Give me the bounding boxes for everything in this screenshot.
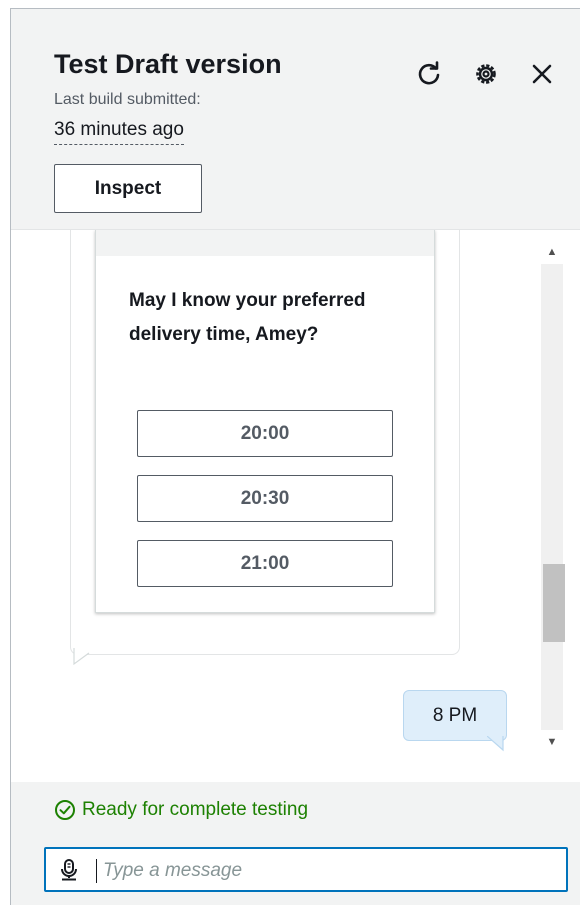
- check-circle-icon: [55, 800, 75, 820]
- scrollbar-thumb[interactable]: [543, 564, 565, 642]
- option-button-2030[interactable]: 20:30: [137, 475, 393, 522]
- message-input-box[interactable]: [44, 847, 568, 892]
- option-button-2000[interactable]: 20:00: [137, 410, 393, 457]
- panel-footer: Ready for complete testing: [11, 782, 580, 905]
- microphone-icon[interactable]: [58, 858, 80, 887]
- user-message-bubble: 8 PM: [403, 690, 507, 741]
- option-button-2100[interactable]: 21:00: [137, 540, 393, 587]
- card-image-area: [96, 230, 434, 256]
- status-text: Ready for complete testing: [82, 799, 309, 820]
- scroll-down-arrow-icon[interactable]: ▼: [539, 730, 565, 754]
- scrollbar-track[interactable]: [541, 264, 563, 730]
- message-input[interactable]: [101, 853, 545, 888]
- build-time[interactable]: 36 minutes ago: [54, 119, 184, 145]
- user-bubble-tail: [487, 736, 504, 752]
- bot-bubble-tail: [73, 648, 90, 666]
- panel-header: Test Draft version Last build submitted:…: [11, 9, 580, 230]
- scroll-up-arrow-icon[interactable]: ▲: [539, 240, 565, 264]
- response-card: May I know your preferred delivery time,…: [95, 230, 435, 613]
- close-icon[interactable]: [527, 59, 557, 89]
- bot-question: May I know your preferred delivery time,…: [129, 290, 366, 345]
- gear-icon[interactable]: [471, 59, 501, 89]
- status-indicator: Ready for complete testing: [54, 799, 308, 821]
- text-caret: [96, 859, 97, 883]
- inspect-button[interactable]: Inspect: [54, 164, 202, 213]
- chat-area: May I know your preferred delivery time,…: [11, 230, 580, 782]
- panel-title: Test Draft version: [54, 49, 282, 79]
- chat-scrollbar[interactable]: ▲ ▼: [539, 240, 565, 754]
- test-panel: Test Draft version Last build submitted:…: [10, 8, 580, 905]
- build-label: Last build submitted:: [54, 91, 201, 108]
- refresh-icon[interactable]: [414, 59, 444, 89]
